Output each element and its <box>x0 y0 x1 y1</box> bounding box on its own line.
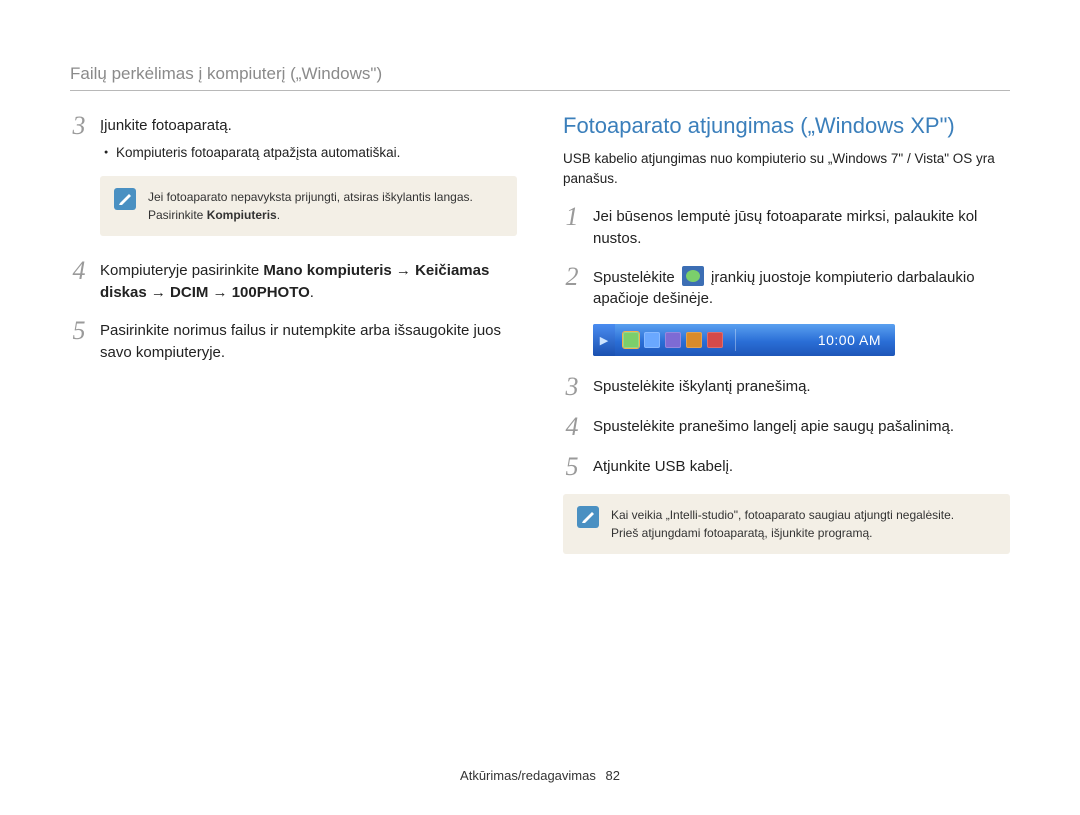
step-text: Atjunkite USB kabelį. <box>593 458 733 475</box>
step-text: Jei būsenos lemputė jūsų fotoaparate mir… <box>593 208 977 247</box>
taskbar-clock: 10:00 AM <box>804 332 895 348</box>
note-icon <box>114 188 136 210</box>
note-text: Jei fotoaparato nepavyksta prijungti, at… <box>148 188 473 224</box>
step-text: Įjunkite fotoaparatą. <box>100 117 232 134</box>
step-number: 5 <box>70 318 88 344</box>
left-step-5: 5 Pasirinkite norimus failus ir nutempki… <box>70 318 517 364</box>
note-line2: Prieš atjungdami fotoaparatą, išjunkite … <box>611 526 872 540</box>
note-icon <box>577 506 599 528</box>
step-number: 3 <box>70 113 88 139</box>
step-number: 1 <box>563 204 581 230</box>
left-column: 3 Įjunkite fotoaparatą. Kompiuteris foto… <box>70 113 517 576</box>
step-text: Spustelėkite iškylantį pranešimą. <box>593 378 811 395</box>
step-number: 3 <box>563 374 581 400</box>
tray-icon <box>623 332 639 348</box>
step-text-before: Kompiuteryje pasirinkite <box>100 262 263 279</box>
step-subtext: Kompiuteris fotoaparatą atpažįsta automa… <box>104 143 517 163</box>
tray-icon <box>686 332 702 348</box>
step-body: Jei būsenos lemputė jūsų fotoaparate mir… <box>593 204 1010 250</box>
step-body: Spustelėkite įrankių juostoje kompiuteri… <box>593 264 1010 311</box>
step-text: Spustelėkite pranešimo langelį apie saug… <box>593 418 954 435</box>
taskbar-tray-icons <box>615 332 731 348</box>
step-number: 4 <box>70 258 88 284</box>
page-header-title: Failų perkėlimas į kompiuterį („Windows"… <box>70 64 1010 84</box>
header-rule <box>70 90 1010 91</box>
footer-page-number: 82 <box>605 768 619 783</box>
note-line1: Jei fotoaparato nepavyksta prijungti, at… <box>148 190 473 204</box>
step-body: Atjunkite USB kabelį. <box>593 454 1010 478</box>
step-body: Kompiuteryje pasirinkite Mano kompiuteri… <box>100 258 517 304</box>
step-body: Įjunkite fotoaparatą. Kompiuteris fotoap… <box>100 113 517 162</box>
section-heading: Fotoaparato atjungimas („Windows XP") <box>563 113 1010 139</box>
footer-section: Atkūrimas/redagavimas <box>460 768 596 783</box>
intro-paragraph: USB kabelio atjungimas nuo kompiuterio s… <box>563 149 1010 188</box>
step-number: 2 <box>563 264 581 290</box>
right-note-box: Kai veikia „Intelli-studio", fotoaparato… <box>563 494 1010 554</box>
note-line1: Kai veikia „Intelli-studio", fotoaparato… <box>611 508 954 522</box>
tray-icon <box>707 332 723 348</box>
step-body: Spustelėkite iškylantį pranešimą. <box>593 374 1010 398</box>
step-text-before: Spustelėkite <box>593 269 679 286</box>
step-text-after: . <box>310 284 314 301</box>
taskbar-expand-arrow-icon: ▶ <box>593 324 615 356</box>
left-note-box: Jei fotoaparato nepavyksta prijungti, at… <box>100 176 517 236</box>
page-footer: Atkūrimas/redagavimas 82 <box>0 768 1080 783</box>
left-step-3: 3 Įjunkite fotoaparatą. Kompiuteris foto… <box>70 113 517 162</box>
right-step-2: 2 Spustelėkite įrankių juostoje kompiute… <box>563 264 1010 311</box>
tray-icon <box>644 332 660 348</box>
right-step-1: 1 Jei būsenos lemputė jūsų fotoaparate m… <box>563 204 1010 250</box>
safely-remove-icon <box>682 266 704 286</box>
right-column: Fotoaparato atjungimas („Windows XP") US… <box>563 113 1010 576</box>
right-step-3: 3 Spustelėkite iškylantį pranešimą. <box>563 374 1010 400</box>
note-text: Kai veikia „Intelli-studio", fotoaparato… <box>611 506 954 542</box>
note-line2-prefix: Pasirinkite <box>148 208 207 222</box>
step-text: Pasirinkite norimus failus ir nutempkite… <box>100 322 501 361</box>
taskbar-divider <box>735 329 736 351</box>
note-line2-suffix: . <box>277 208 280 222</box>
note-line2-bold: Kompiuteris <box>207 208 277 222</box>
step-number: 5 <box>563 454 581 480</box>
taskbar-screenshot: ▶ 10:00 AM <box>593 324 895 356</box>
step-body: Spustelėkite pranešimo langelį apie saug… <box>593 414 1010 438</box>
right-step-4: 4 Spustelėkite pranešimo langelį apie sa… <box>563 414 1010 440</box>
tray-icon <box>665 332 681 348</box>
step-number: 4 <box>563 414 581 440</box>
step-body: Pasirinkite norimus failus ir nutempkite… <box>100 318 517 364</box>
right-step-5: 5 Atjunkite USB kabelį. <box>563 454 1010 480</box>
left-step-4: 4 Kompiuteryje pasirinkite Mano kompiute… <box>70 258 517 304</box>
